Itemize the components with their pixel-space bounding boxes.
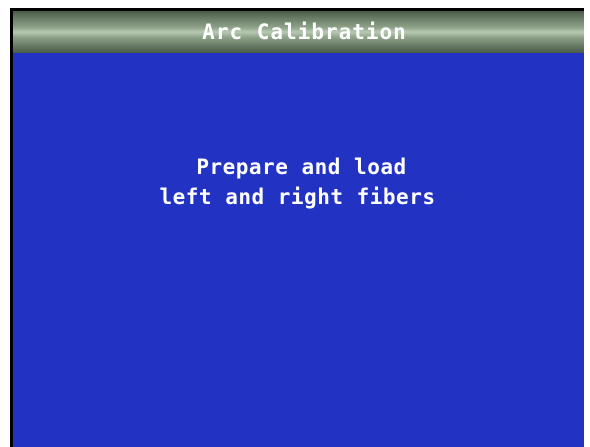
device-frame: Arc Calibration Prepare and load left an… bbox=[0, 0, 590, 447]
window-title: Arc Calibration bbox=[202, 20, 407, 44]
instruction-line-1: Prepare and load bbox=[196, 155, 407, 179]
content-area: Prepare and load left and right fibers bbox=[13, 53, 584, 447]
display-screen: Arc Calibration Prepare and load left an… bbox=[10, 8, 584, 447]
instruction-line-2: left and right fibers bbox=[159, 185, 436, 209]
title-bar: Arc Calibration bbox=[13, 11, 584, 53]
instruction-message: Prepare and load left and right fibers bbox=[13, 152, 584, 212]
